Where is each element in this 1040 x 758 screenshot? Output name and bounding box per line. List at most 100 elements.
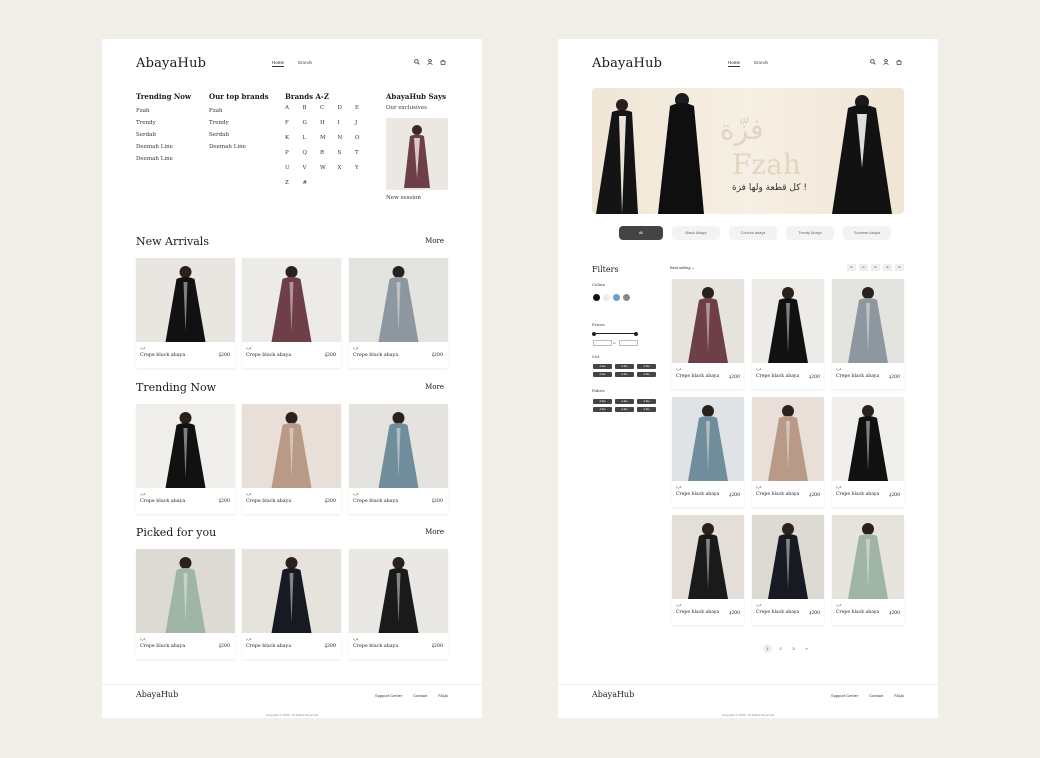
nav-home[interactable]: Home <box>272 60 285 67</box>
az-letter[interactable]: W <box>320 165 338 180</box>
az-letter[interactable]: E <box>355 105 373 120</box>
az-letter[interactable]: M <box>320 135 338 150</box>
nav-brands[interactable]: Brands <box>754 60 768 67</box>
filter-tag[interactable]: A-line <box>615 399 634 404</box>
user-icon[interactable] <box>883 59 889 65</box>
product-image-wrap[interactable] <box>242 549 341 633</box>
product-card[interactable]: فزة Crepe black abaya ₰200 <box>672 397 744 507</box>
az-letter[interactable]: A <box>285 105 303 120</box>
az-letter[interactable]: U <box>285 165 303 180</box>
filter-tag[interactable]: A-line <box>615 372 634 377</box>
page-1[interactable]: 1 <box>763 644 772 653</box>
chip-all[interactable]: All <box>619 226 663 240</box>
filter-tag[interactable]: A-line <box>593 372 612 377</box>
az-letter[interactable]: B <box>303 105 321 120</box>
cart-icon[interactable] <box>440 59 446 65</box>
product-image-wrap[interactable] <box>136 404 235 488</box>
page-2[interactable]: 2 <box>776 644 785 653</box>
nav-brands[interactable]: Brands <box>298 60 312 67</box>
footer-link-faqs[interactable]: FAQs <box>438 693 448 698</box>
page-3[interactable]: 3 <box>789 644 798 653</box>
menu-link[interactable]: Deemah Line <box>209 141 269 153</box>
exclusive-image[interactable] <box>386 118 448 190</box>
az-letter[interactable]: K <box>285 135 303 150</box>
view-grid-button[interactable]: ⊞ <box>847 264 856 271</box>
site-logo[interactable]: AbayaHub <box>592 56 662 71</box>
filter-tag[interactable]: A-line <box>637 399 656 404</box>
product-image-wrap[interactable] <box>832 515 904 599</box>
product-image-wrap[interactable] <box>242 404 341 488</box>
product-image-wrap[interactable] <box>136 549 235 633</box>
site-logo[interactable]: AbayaHub <box>136 56 206 71</box>
footer-logo[interactable]: AbayaHub <box>592 690 634 699</box>
product-image-wrap[interactable] <box>349 258 448 342</box>
color-swatch-grey[interactable] <box>623 294 630 301</box>
product-image-wrap[interactable] <box>672 397 744 481</box>
az-letter[interactable]: V <box>303 165 321 180</box>
product-image-wrap[interactable] <box>349 549 448 633</box>
menu-link[interactable]: Trendy <box>136 117 191 129</box>
nav-home[interactable]: Home <box>728 60 741 67</box>
color-swatch-white[interactable] <box>603 294 610 301</box>
product-card[interactable]: فزة Crepe black abaya ₰200 <box>136 258 235 368</box>
product-image-wrap[interactable] <box>832 279 904 363</box>
chip-black-abaya[interactable]: Black Abaya <box>672 226 720 240</box>
az-letter[interactable]: I <box>338 120 356 135</box>
sort-dropdown[interactable]: Best selling ⌄ <box>670 265 695 270</box>
az-letter[interactable]: G <box>303 120 321 135</box>
view-grid-button[interactable]: ⊞ <box>883 264 892 271</box>
az-letter[interactable]: O <box>355 135 373 150</box>
menu-link[interactable]: Fzah <box>136 105 191 117</box>
az-letter[interactable]: N <box>338 135 356 150</box>
product-card[interactable]: فزة Crepe black abaya ₰200 <box>672 279 744 389</box>
filter-tag[interactable]: A-line <box>593 364 612 369</box>
product-card[interactable]: فزة Crepe black abaya ₰200 <box>832 515 904 625</box>
color-swatch-black[interactable] <box>593 294 600 301</box>
footer-link-contact[interactable]: Contact <box>869 693 883 698</box>
product-card[interactable]: فزة Crepe black abaya ₰200 <box>242 258 341 368</box>
az-letter[interactable]: Y <box>355 165 373 180</box>
az-letter[interactable]: H <box>320 120 338 135</box>
price-min-input[interactable] <box>593 340 612 346</box>
footer-link-faqs[interactable]: FAQs <box>894 693 904 698</box>
cart-icon[interactable] <box>896 59 902 65</box>
product-image-wrap[interactable] <box>752 279 824 363</box>
page-next[interactable]: » <box>802 644 811 653</box>
footer-link-support[interactable]: Support Center <box>831 693 858 698</box>
says-subtitle[interactable]: Our exclusives <box>386 105 448 111</box>
view-grid-button[interactable]: ⊞ <box>871 264 880 271</box>
az-letter[interactable]: D <box>338 105 356 120</box>
menu-link[interactable]: Fzah <box>209 105 269 117</box>
footer-logo[interactable]: AbayaHub <box>136 690 178 699</box>
filter-tag[interactable]: A-line <box>593 399 612 404</box>
user-icon[interactable] <box>427 59 433 65</box>
product-card[interactable]: فزة Crepe black abaya ₰200 <box>752 279 824 389</box>
filter-tag[interactable]: A-line <box>637 407 656 412</box>
product-card[interactable]: فزة Crepe black abaya ₰200 <box>832 279 904 389</box>
more-link[interactable]: More <box>425 383 444 391</box>
product-card[interactable]: فزة Crepe black abaya ₰200 <box>136 549 235 659</box>
product-card[interactable]: فزة Crepe black abaya ₰200 <box>136 404 235 514</box>
price-slider-max-handle[interactable] <box>634 331 638 336</box>
az-letter[interactable]: C <box>320 105 338 120</box>
az-letter[interactable]: # <box>303 180 321 195</box>
product-card[interactable]: فزة Crepe black abaya ₰200 <box>672 515 744 625</box>
filter-tag[interactable]: A-line <box>637 364 656 369</box>
footer-link-contact[interactable]: Contact <box>413 693 427 698</box>
menu-link[interactable]: Trendy <box>209 117 269 129</box>
footer-link-support[interactable]: Support Center <box>375 693 402 698</box>
product-image-wrap[interactable] <box>832 397 904 481</box>
az-letter[interactable]: S <box>338 150 356 165</box>
product-card[interactable]: فزة Crepe black abaya ₰200 <box>242 549 341 659</box>
product-card[interactable]: فزة Crepe black abaya ₰200 <box>752 397 824 507</box>
product-card[interactable]: فزة Crepe black abaya ₰200 <box>349 404 448 514</box>
search-icon[interactable] <box>414 59 420 65</box>
product-image-wrap[interactable] <box>242 258 341 342</box>
az-letter[interactable]: P <box>285 150 303 165</box>
product-image-wrap[interactable] <box>349 404 448 488</box>
price-slider-min-handle[interactable] <box>592 331 596 336</box>
az-letter[interactable]: J <box>355 120 373 135</box>
az-letter[interactable]: L <box>303 135 321 150</box>
az-letter[interactable]: Z <box>285 180 303 195</box>
filter-tag[interactable]: A-line <box>615 407 634 412</box>
